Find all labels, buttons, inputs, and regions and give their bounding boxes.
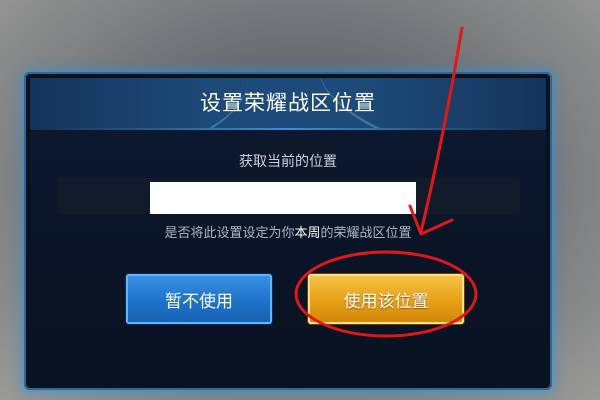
dialog-title: 设置荣耀战区位置	[200, 91, 376, 115]
not-now-button[interactable]: 暂不使用	[126, 274, 272, 324]
confirm-suffix: 的荣耀战区位置	[320, 226, 412, 241]
confirm-message: 是否将此设置设定为你本周的荣耀战区位置	[30, 222, 546, 241]
confirm-highlight-this-week: 本周	[294, 226, 321, 241]
use-location-button[interactable]: 使用该位置	[308, 274, 464, 324]
header-divider	[30, 128, 546, 130]
location-field[interactable]	[150, 182, 416, 214]
set-honor-zone-dialog: 设置荣耀战区位置 获取当前的位置 是否将此设置设定为你本周的荣耀战区位置 暂不使…	[30, 78, 546, 384]
confirm-prefix: 是否将此设置设定为你	[164, 226, 295, 241]
current-location-label: 获取当前的位置	[239, 154, 337, 170]
dialog-header: 设置荣耀战区位置	[30, 78, 546, 128]
game-background: 设置荣耀战区位置 获取当前的位置 是否将此设置设定为你本周的荣耀战区位置 暂不使…	[0, 0, 600, 400]
